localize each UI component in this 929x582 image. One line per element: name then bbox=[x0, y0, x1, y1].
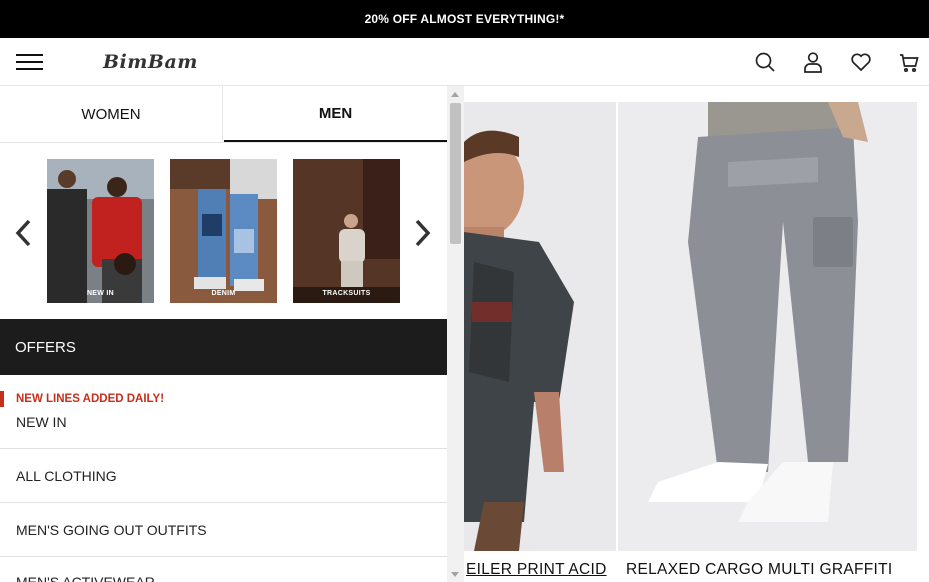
menu-item-tag: NEW LINES ADDED DAILY! bbox=[16, 393, 165, 405]
scrollbar-thumb[interactable] bbox=[450, 103, 461, 244]
menu-item-going-out-outfits[interactable]: MEN'S GOING OUT OUTFITS bbox=[0, 503, 447, 557]
account-icon[interactable] bbox=[801, 50, 825, 74]
carousel-tile-new-in[interactable]: NEW IN bbox=[47, 159, 154, 303]
gender-tabs: WOMEN MEN bbox=[0, 86, 447, 143]
scroll-down-arrow[interactable] bbox=[451, 572, 459, 577]
denim-image bbox=[170, 159, 277, 303]
wishlist-icon[interactable] bbox=[849, 50, 873, 74]
offers-label: OFFERS bbox=[15, 338, 76, 356]
new-in-image bbox=[47, 159, 154, 303]
cargo-pants-image bbox=[618, 102, 917, 551]
brand-logo[interactable]: BimBam bbox=[103, 51, 198, 73]
tab-men[interactable]: MEN bbox=[224, 86, 447, 142]
promo-text: 20% OFF ALMOST EVERYTHING!* bbox=[364, 12, 565, 26]
category-carousel: NEW IN DENIM TRACKSUITS bbox=[0, 143, 447, 319]
product-card-image[interactable] bbox=[464, 102, 616, 551]
search-icon[interactable] bbox=[753, 50, 777, 74]
chevron-left-icon[interactable] bbox=[12, 218, 34, 248]
scroll-up-arrow[interactable] bbox=[451, 92, 459, 97]
navigation-drawer: WOMEN MEN NEW IN DENIM TRACKSUITS OFFERS… bbox=[0, 86, 447, 582]
carousel-tile-denim[interactable]: DENIM bbox=[170, 159, 277, 303]
product-title-link[interactable]: EILER PRINT ACID bbox=[466, 561, 616, 579]
product-title-link[interactable]: RELAXED CARGO MULTI GRAFFITI bbox=[626, 561, 926, 579]
menu-item-label: ALL CLOTHING bbox=[16, 468, 117, 484]
accent-marker bbox=[0, 391, 4, 407]
tracksuits-image bbox=[293, 159, 400, 303]
site-header: BimBam bbox=[0, 38, 929, 86]
chevron-right-icon[interactable] bbox=[412, 218, 434, 248]
menu-item-label: NEW IN bbox=[16, 414, 67, 430]
menu-item-all-clothing[interactable]: ALL CLOTHING bbox=[0, 449, 447, 503]
menu-item-activewear[interactable]: MEN'S ACTIVEWEAR bbox=[0, 557, 447, 582]
bag-icon[interactable] bbox=[897, 50, 921, 74]
carousel-label: NEW IN bbox=[86, 290, 115, 297]
menu-item-new-in[interactable]: NEW LINES ADDED DAILY! NEW IN bbox=[0, 375, 447, 449]
tab-women[interactable]: WOMEN bbox=[0, 86, 223, 142]
promo-banner[interactable]: 20% OFF ALMOST EVERYTHING!* bbox=[0, 0, 929, 38]
menu-item-label: MEN'S ACTIVEWEAR bbox=[16, 574, 155, 582]
carousel-label: DENIM bbox=[211, 290, 236, 297]
carousel-label: TRACKSUITS bbox=[322, 290, 371, 297]
menu-icon[interactable] bbox=[16, 52, 44, 72]
tshirt-model-image bbox=[464, 102, 616, 551]
carousel-tile-tracksuits[interactable]: TRACKSUITS bbox=[293, 159, 400, 303]
menu-scrollbar[interactable] bbox=[447, 86, 464, 582]
menu-item-label: MEN'S GOING OUT OUTFITS bbox=[16, 522, 207, 538]
offers-section-header[interactable]: OFFERS bbox=[0, 319, 447, 375]
product-card-image[interactable] bbox=[618, 102, 917, 551]
